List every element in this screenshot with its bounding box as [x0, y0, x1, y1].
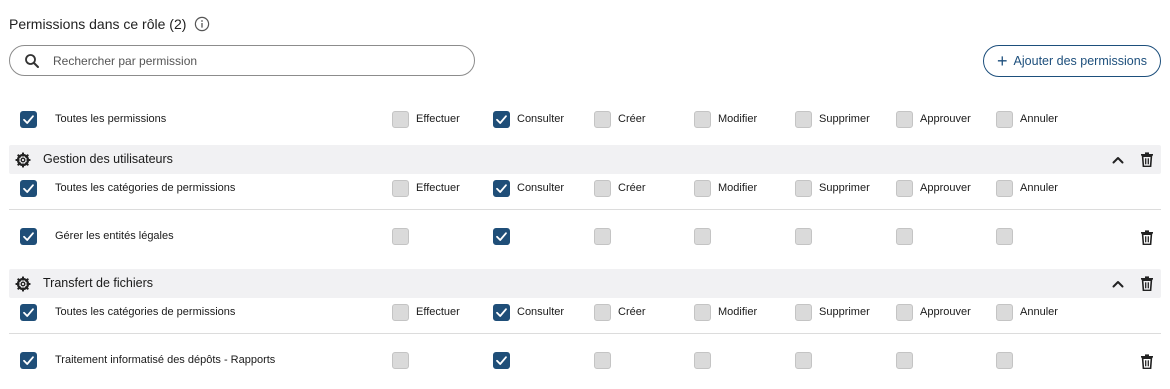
- section-0-item-0-row-perm-2-checkbox[interactable]: [594, 228, 611, 245]
- section-1-all-categories-row-perm-0-label: Effectuer: [416, 306, 460, 318]
- section-1-item-0-row-perm-3-checkbox[interactable]: [694, 352, 711, 369]
- all-permissions-row-perm-2-checkbox[interactable]: [594, 111, 611, 128]
- section-1-separator: [9, 333, 1161, 334]
- section-1-all-categories-row-perm-5-checkbox[interactable]: [896, 304, 913, 321]
- section-1-all-categories-row-perm-1-checkbox[interactable]: [493, 304, 510, 321]
- all-permissions-row-perm-4-label: Supprimer: [819, 113, 870, 125]
- all-permissions-row-perm-6-label: Annuler: [1020, 113, 1058, 125]
- section-0-all-categories-row-label: Toutes les catégories de permissions: [55, 182, 236, 194]
- section-0-header: [9, 145, 1161, 174]
- section-0-all-categories-row-perm-2-label: Créer: [618, 182, 646, 194]
- section-0-item-0-row-perm-5-checkbox[interactable]: [896, 228, 913, 245]
- section-0-all-categories-row-perm-6-checkbox[interactable]: [996, 180, 1013, 197]
- section-1-item-0-row-perm-2-checkbox[interactable]: [594, 352, 611, 369]
- section-1-item-0-row-perm-4-checkbox[interactable]: [795, 352, 812, 369]
- section-1-all-categories-row-label: Toutes les catégories de permissions: [55, 306, 236, 318]
- section-0-item-0-row-perm-0-checkbox[interactable]: [392, 228, 409, 245]
- section-0-all-categories-row-perm-1-checkbox[interactable]: [493, 180, 510, 197]
- section-1-delete-trash-icon[interactable]: [1140, 276, 1154, 291]
- all-permissions-row-perm-3-checkbox[interactable]: [694, 111, 711, 128]
- section-0-all-categories-row-perm-4-checkbox[interactable]: [795, 180, 812, 197]
- all-permissions-row-checkbox[interactable]: [20, 111, 37, 128]
- section-1-all-categories-row-perm-1-label: Consulter: [517, 306, 565, 318]
- section-0-item-0-row-perm-4-checkbox[interactable]: [795, 228, 812, 245]
- section-0-all-categories-row-perm-3-label: Modifier: [718, 182, 758, 194]
- page-title: Permissions dans ce rôle (2): [9, 16, 187, 32]
- section-1-all-categories-row-perm-4-label: Supprimer: [819, 306, 870, 318]
- section-1-item-0-row-perm-5-checkbox[interactable]: [896, 352, 913, 369]
- section-0-all-categories-row-perm-5-label: Approuver: [920, 182, 971, 194]
- section-1-all-categories-row-perm-3-checkbox[interactable]: [694, 304, 711, 321]
- section-1-item-0-row-label: Traitement informatisé des dépôts - Rapp…: [55, 354, 276, 366]
- section-1-item-0-row-perm-0-checkbox[interactable]: [392, 352, 409, 369]
- all-permissions-row-perm-1-label: Consulter: [517, 113, 565, 125]
- plus-icon: +: [997, 51, 1008, 71]
- section-0-all-categories-row-perm-3-checkbox[interactable]: [694, 180, 711, 197]
- section-0-gear-icon: [15, 152, 31, 168]
- section-1-item-0-row-checkbox[interactable]: [20, 352, 37, 369]
- all-permissions-row-perm-3-label: Modifier: [718, 113, 758, 125]
- info-icon[interactable]: [194, 16, 210, 32]
- all-permissions-row-perm-1-checkbox[interactable]: [493, 111, 510, 128]
- section-1-all-categories-row-perm-2-label: Créer: [618, 306, 646, 318]
- section-1-collapse-chevron-up-icon[interactable]: [1112, 280, 1124, 288]
- all-permissions-row-perm-5-label: Approuver: [920, 113, 971, 125]
- search-box[interactable]: [9, 45, 475, 76]
- section-1-all-categories-row-perm-3-label: Modifier: [718, 306, 758, 318]
- section-0-item-0-row-checkbox[interactable]: [20, 228, 37, 245]
- add-permissions-label: Ajouter des permissions: [1013, 54, 1147, 68]
- all-permissions-row-perm-2-label: Créer: [618, 113, 646, 125]
- section-0-all-categories-row-perm-1-label: Consulter: [517, 182, 565, 194]
- add-permissions-button[interactable]: + Ajouter des permissions: [983, 45, 1161, 77]
- all-permissions-row-perm-0-checkbox[interactable]: [392, 111, 409, 128]
- all-permissions-row-perm-4-checkbox[interactable]: [795, 111, 812, 128]
- section-0-all-categories-row-perm-6-label: Annuler: [1020, 182, 1058, 194]
- section-0-item-0-row-label: Gérer les entités légales: [55, 230, 174, 242]
- section-1-item-0-row-perm-1-checkbox[interactable]: [493, 352, 510, 369]
- all-permissions-row-label: Toutes les permissions: [55, 113, 167, 125]
- section-0-collapse-chevron-up-icon[interactable]: [1112, 156, 1124, 164]
- section-1-header: [9, 269, 1161, 298]
- section-0-item-0-delete-trash-icon[interactable]: [1140, 230, 1154, 245]
- search-icon: [24, 53, 40, 69]
- section-0-all-categories-row-perm-4-label: Supprimer: [819, 182, 870, 194]
- section-1-item-0-delete-trash-icon[interactable]: [1140, 354, 1154, 369]
- all-permissions-row-perm-6-checkbox[interactable]: [996, 111, 1013, 128]
- section-0-all-categories-row-perm-5-checkbox[interactable]: [896, 180, 913, 197]
- section-1-gear-icon: [15, 276, 31, 292]
- section-1-all-categories-row-perm-2-checkbox[interactable]: [594, 304, 611, 321]
- all-permissions-row-perm-0-label: Effectuer: [416, 113, 460, 125]
- section-1-all-categories-row-perm-4-checkbox[interactable]: [795, 304, 812, 321]
- section-1-all-categories-row-perm-6-checkbox[interactable]: [996, 304, 1013, 321]
- section-0-all-categories-row-perm-2-checkbox[interactable]: [594, 180, 611, 197]
- title-row: Permissions dans ce rôle (2): [9, 13, 210, 35]
- section-0-delete-trash-icon[interactable]: [1140, 152, 1154, 167]
- section-0-all-categories-row-checkbox[interactable]: [20, 180, 37, 197]
- section-1-item-0-row-perm-6-checkbox[interactable]: [996, 352, 1013, 369]
- section-1-all-categories-row-perm-6-label: Annuler: [1020, 306, 1058, 318]
- section-0-all-categories-row-perm-0-checkbox[interactable]: [392, 180, 409, 197]
- section-0-title: Gestion des utilisateurs: [43, 152, 173, 166]
- section-1-all-categories-row-perm-0-checkbox[interactable]: [392, 304, 409, 321]
- all-permissions-row-perm-5-checkbox[interactable]: [896, 111, 913, 128]
- section-1-all-categories-row-perm-5-label: Approuver: [920, 306, 971, 318]
- section-0-all-categories-row-perm-0-label: Effectuer: [416, 182, 460, 194]
- section-0-separator: [9, 209, 1161, 210]
- search-input[interactable]: [53, 53, 453, 68]
- section-0-item-0-row-perm-1-checkbox[interactable]: [493, 228, 510, 245]
- section-0-item-0-row-perm-3-checkbox[interactable]: [694, 228, 711, 245]
- section-1-all-categories-row-checkbox[interactable]: [20, 304, 37, 321]
- section-1-title: Transfert de fichiers: [43, 276, 153, 290]
- section-0-item-0-row-perm-6-checkbox[interactable]: [996, 228, 1013, 245]
